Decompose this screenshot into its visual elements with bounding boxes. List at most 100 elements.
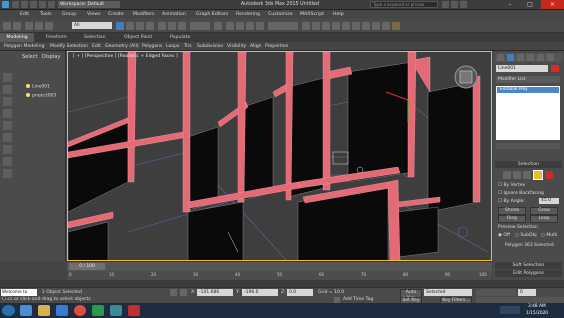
rotate-icon[interactable]	[168, 22, 176, 30]
system-tray[interactable]	[500, 306, 520, 314]
pivot-center-icon[interactable]	[214, 22, 222, 30]
tab-object-paint[interactable]: Object Paint	[124, 33, 152, 42]
scale-icon[interactable]	[178, 22, 186, 30]
polygon-icon[interactable]	[533, 170, 543, 180]
invert-display-icon[interactable]	[3, 97, 12, 106]
link-icon[interactable]	[25, 22, 33, 30]
3dsmax-task-icon[interactable]	[110, 305, 122, 316]
edit-polygons-rollout[interactable]: Edit Polygons	[495, 270, 562, 277]
filter-cameras-icon[interactable]	[3, 145, 12, 154]
ribbon-edit[interactable]: Edit	[92, 42, 101, 51]
ignore-backfacing-checkbox[interactable]: ☐ Ignore Backfacing	[498, 191, 544, 196]
undo-icon[interactable]	[3, 22, 11, 30]
tab-modeling[interactable]: Modeling	[0, 33, 34, 42]
shrink-button[interactable]: Shrink	[498, 207, 526, 215]
menu-tools[interactable]: Tools	[40, 10, 52, 19]
light-bulb-icon[interactable]	[26, 93, 30, 97]
scene-item-line001[interactable]: Line001	[26, 84, 50, 90]
ribbon-loops[interactable]: Loops	[166, 42, 179, 51]
menu-rendering[interactable]: Rendering	[236, 10, 260, 19]
mirror-icon[interactable]	[302, 22, 310, 30]
clock-date[interactable]: 1/15/2020	[526, 311, 548, 316]
move-icon[interactable]	[158, 22, 166, 30]
add-time-tag[interactable]: Add Time Tag	[343, 297, 373, 302]
maximize-button[interactable]: □	[520, 0, 540, 9]
menu-edit[interactable]: Edit	[20, 10, 29, 19]
viewport-label[interactable]: [ + ] [Perspective ] [Realistic + Edged …	[73, 54, 178, 59]
menu-group[interactable]: Group	[62, 10, 76, 19]
element-icon[interactable]	[545, 171, 553, 179]
open-file-icon[interactable]	[21, 1, 28, 8]
select-by-name-icon[interactable]	[126, 22, 134, 30]
filter-helpers-icon[interactable]	[3, 157, 12, 166]
layer-manager-icon[interactable]	[322, 22, 330, 30]
ribbon-geometry-all[interactable]: Geometry (All)	[105, 42, 139, 51]
help-icon[interactable]	[451, 1, 458, 8]
menu-views[interactable]: Views	[87, 10, 101, 19]
z-coordinate-field[interactable]: 0.0	[287, 289, 313, 296]
app-logo-icon[interactable]	[2, 1, 9, 8]
filter-space-warps-icon[interactable]	[3, 169, 12, 178]
workspace-dropdown[interactable]: Workspace: Default	[58, 1, 120, 8]
rendered-frame-window-icon[interactable]	[382, 22, 390, 30]
stack-item-editable-poly[interactable]: Editable Poly	[497, 87, 559, 93]
align-icon[interactable]	[312, 22, 320, 30]
loop-button[interactable]: Loop	[530, 215, 558, 223]
new-file-icon[interactable]	[12, 1, 19, 8]
display-all-icon[interactable]	[3, 85, 12, 94]
render-production-icon[interactable]	[392, 22, 400, 30]
tab-freeform[interactable]: Freeform	[46, 33, 67, 42]
perspective-viewport[interactable]: [ + ] [Perspective ] [Realistic + Edged …	[67, 51, 492, 261]
lock-selection-icon[interactable]	[170, 289, 177, 296]
bind-space-warp-icon[interactable]	[45, 22, 53, 30]
redo-icon[interactable]	[48, 1, 55, 8]
menu-maxscript[interactable]: MAXScript	[300, 10, 324, 19]
border-icon[interactable]	[523, 171, 531, 179]
selection-rollout-title[interactable]: Selection	[495, 161, 562, 168]
start-button[interactable]	[2, 305, 15, 316]
filter-geometry-icon[interactable]	[3, 109, 12, 118]
x-coordinate-field[interactable]: -141.686	[197, 289, 233, 296]
scene-item-project003[interactable]: project003	[26, 93, 56, 99]
display-none-icon[interactable]	[3, 73, 12, 82]
redo-icon[interactable]	[13, 22, 21, 30]
hierarchy-tab-icon[interactable]	[517, 54, 524, 61]
snaps-toggle-icon[interactable]	[226, 22, 234, 30]
clock-time[interactable]: 3:48 AM	[528, 304, 546, 309]
motion-tab-icon[interactable]	[527, 54, 534, 61]
material-editor-icon[interactable]	[362, 22, 370, 30]
explorer-icon[interactable]	[38, 305, 50, 316]
preview-subobj-radio[interactable]: ○ SubObj	[515, 233, 537, 238]
utilities-tab-icon[interactable]	[547, 54, 554, 61]
playback-controls[interactable]	[476, 289, 516, 296]
angle-snap-icon[interactable]	[236, 22, 244, 30]
spinner-snap-icon[interactable]	[256, 22, 264, 30]
object-color-swatch[interactable]	[551, 65, 559, 72]
menu-graph-editors[interactable]: Graph Editors	[196, 10, 228, 19]
create-tab-icon[interactable]	[497, 54, 504, 61]
app-icon[interactable]	[92, 305, 104, 316]
percent-snap-icon[interactable]	[246, 22, 254, 30]
time-slider-thumb[interactable]: 0 / 100	[69, 263, 105, 270]
preview-off-radio[interactable]: ◉ Off	[498, 233, 510, 238]
tab-selection[interactable]: Selection	[84, 33, 106, 42]
close-button[interactable]: ✕	[541, 0, 564, 9]
ribbon-tris[interactable]: Tris	[184, 42, 192, 51]
user-icon[interactable]	[460, 1, 467, 8]
filter-shapes-icon[interactable]	[3, 121, 12, 130]
display-tab-icon[interactable]	[537, 54, 544, 61]
graphite-toolbar-icon[interactable]	[332, 22, 340, 30]
soft-selection-rollout[interactable]: Soft Selection	[495, 262, 562, 269]
ribbon-polygons[interactable]: Polygons	[142, 42, 162, 51]
schematic-view-icon[interactable]	[352, 22, 360, 30]
menu-customize[interactable]: Customize	[268, 10, 293, 19]
undo-icon[interactable]	[39, 1, 46, 8]
by-angle-checkbox[interactable]: ☐ By Angle:	[498, 199, 525, 204]
object-name-field[interactable]: Line001	[496, 65, 548, 72]
ribbon-subdivision[interactable]: Subdivision	[197, 42, 223, 51]
chrome-icon[interactable]	[74, 305, 86, 316]
ribbon-polygon-modeling[interactable]: Polygon Modeling	[4, 42, 44, 51]
minimize-button[interactable]: –	[500, 0, 520, 9]
ribbon-properties[interactable]: Properties	[265, 42, 288, 51]
ribbon-visibility[interactable]: Visibility	[227, 42, 246, 51]
